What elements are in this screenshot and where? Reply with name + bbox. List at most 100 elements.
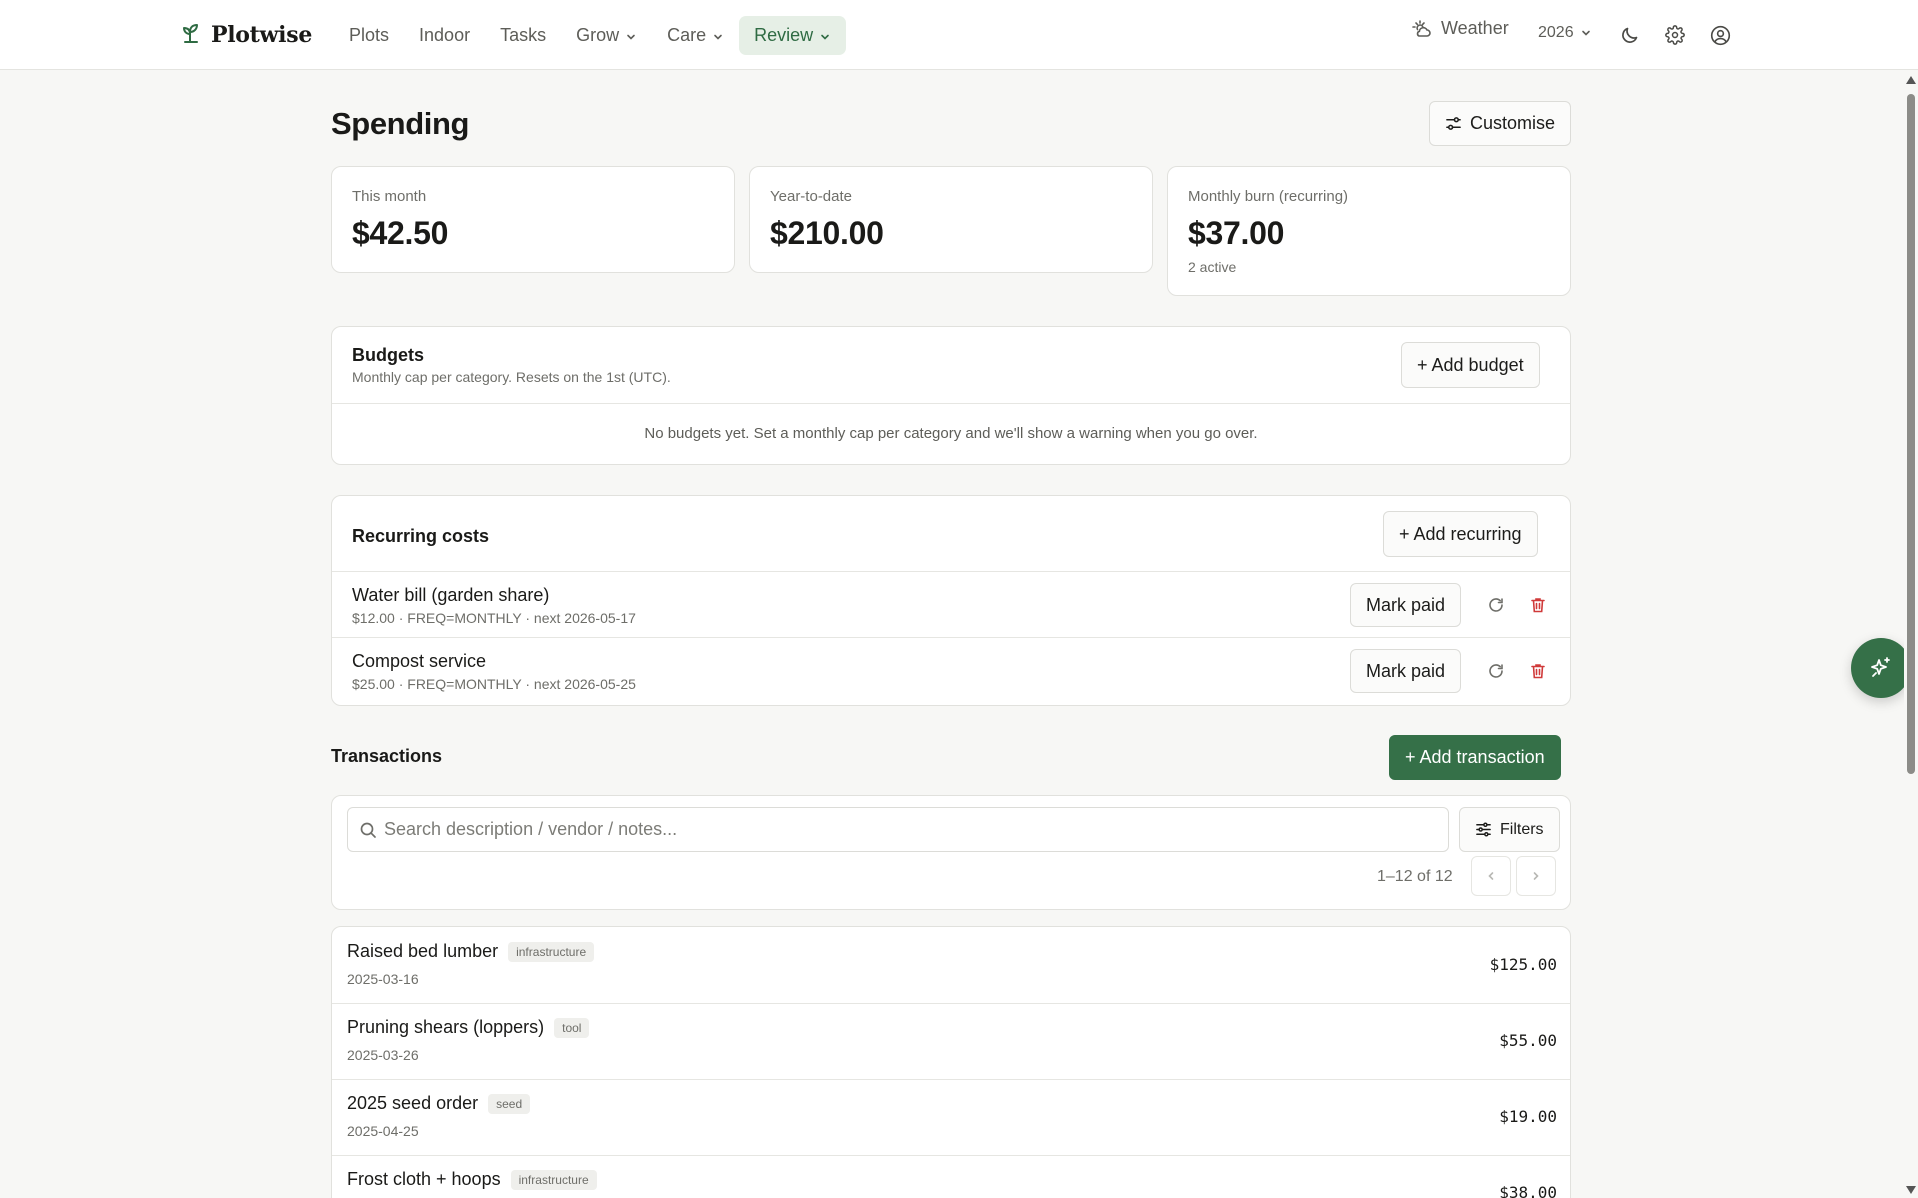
transaction-row[interactable]: Frost cloth + hoops infrastructure $38.0… xyxy=(332,1155,1570,1198)
stat-label: This month xyxy=(352,188,427,205)
assistant-fab-button[interactable] xyxy=(1851,638,1911,698)
nav-item-plots[interactable]: Plots xyxy=(334,16,404,55)
mark-paid-button[interactable]: Mark paid xyxy=(1350,583,1462,627)
transaction-name: 2025 seed order seed xyxy=(347,1093,531,1114)
transaction-description: Frost cloth + hoops xyxy=(347,1169,501,1189)
nav-item-label: Plots xyxy=(349,25,390,45)
app-logo[interactable]: Plotwise xyxy=(181,20,312,49)
trash-icon[interactable] xyxy=(1527,594,1549,616)
nav-item-review[interactable]: Review xyxy=(739,16,847,55)
add-budget-button[interactable]: + Add budget xyxy=(1401,342,1540,388)
year-selector[interactable]: 2026 xyxy=(1538,24,1592,42)
trash-icon[interactable] xyxy=(1527,660,1549,682)
chevron-down-icon xyxy=(714,34,722,40)
stat-value: $210.00 xyxy=(770,215,884,251)
transactions-title: Transactions xyxy=(331,746,443,766)
recurring-item-meta: $25.00 · FREQ=MONTHLY · next 2026-05-25 xyxy=(352,676,636,692)
scroll-up-arrow[interactable] xyxy=(1906,76,1916,84)
category-tag: tool xyxy=(554,1017,590,1038)
transactions-list: Raised bed lumber infrastructure 2025-03… xyxy=(331,926,1571,1198)
main-nav: Plots Indoor Tasks Grow Care Review xyxy=(334,16,847,55)
transaction-description: Raised bed lumber xyxy=(347,941,499,961)
app-name: Plotwise xyxy=(211,21,313,48)
stat-subtext: 2 active xyxy=(1188,259,1237,275)
recurring-costs-card: Recurring costs + Add recurring Water bi… xyxy=(331,495,1571,706)
transaction-row[interactable]: Pruning shears (loppers) tool 2025-03-26… xyxy=(332,1003,1570,1079)
page-scrollbar[interactable] xyxy=(1904,70,1918,1198)
sliders-icon xyxy=(1446,117,1461,130)
transaction-row[interactable]: 2025 seed order seed 2025-04-25 $19.00 xyxy=(332,1079,1570,1155)
budgets-empty-text: No budgets yet. Set a monthly cap per ca… xyxy=(644,425,1258,442)
customise-button[interactable]: Customise xyxy=(1428,101,1571,146)
transaction-name: Frost cloth + hoops infrastructure xyxy=(347,1169,597,1190)
customise-label: Customise xyxy=(1469,113,1555,133)
nav-item-label: Review xyxy=(754,25,814,45)
chevron-right-icon xyxy=(1533,872,1539,880)
refresh-icon[interactable] xyxy=(1485,594,1507,616)
transaction-date: 2025-04-25 xyxy=(347,1123,419,1139)
chevron-down-icon xyxy=(627,34,635,40)
year-value: 2026 xyxy=(1538,24,1574,41)
nav-item-label: Grow xyxy=(576,25,620,45)
transaction-date: 2025-03-26 xyxy=(347,1047,419,1063)
filter-sliders-icon xyxy=(1476,822,1491,837)
pagination-text: 1–12 of 12 xyxy=(1377,868,1453,885)
divider xyxy=(332,637,1570,638)
top-navigation-bar: Plotwise Plots Indoor Tasks Grow Care Re… xyxy=(0,0,1918,70)
nav-item-label: Care xyxy=(667,25,707,45)
sprout-icon xyxy=(181,20,201,49)
stat-card-monthly-burn: Monthly burn (recurring) $37.00 2 active xyxy=(1167,166,1571,296)
transaction-search-card: Filters 1–12 of 12 xyxy=(331,795,1571,910)
add-transaction-button[interactable]: + Add transaction xyxy=(1389,735,1561,780)
add-recurring-button[interactable]: + Add recurring xyxy=(1383,511,1538,557)
nav-item-grow[interactable]: Grow xyxy=(561,16,652,55)
weather-label: Weather xyxy=(1441,18,1509,38)
category-tag: seed xyxy=(488,1093,531,1114)
nav-item-tasks[interactable]: Tasks xyxy=(485,16,561,55)
recurring-item-meta: $12.00 · FREQ=MONTHLY · next 2026-05-17 xyxy=(352,610,636,626)
nav-item-care[interactable]: Care xyxy=(652,16,739,55)
search-field xyxy=(347,807,1449,852)
next-page-button[interactable] xyxy=(1516,856,1556,896)
recurring-item-name: Water bill (garden share) xyxy=(352,585,550,605)
stat-label: Monthly burn (recurring) xyxy=(1188,188,1349,205)
transaction-description: Pruning shears (loppers) xyxy=(347,1017,545,1037)
weather-icon xyxy=(1412,19,1431,37)
nav-item-label: Indoor xyxy=(419,25,471,45)
filters-button[interactable]: Filters xyxy=(1459,807,1560,852)
transaction-amount: $19.00 xyxy=(1499,1107,1557,1126)
transaction-row[interactable]: Raised bed lumber infrastructure 2025-03… xyxy=(332,927,1570,1003)
filters-label: Filters xyxy=(1500,820,1544,838)
budgets-subtitle: Monthly cap per category. Resets on the … xyxy=(352,369,671,385)
transaction-name: Pruning shears (loppers) tool xyxy=(347,1017,590,1038)
transaction-description: 2025 seed order xyxy=(347,1093,479,1113)
stat-value: $37.00 xyxy=(1188,215,1285,251)
nav-item-indoor[interactable]: Indoor xyxy=(404,16,485,55)
category-tag: infrastructure xyxy=(508,941,595,962)
weather-button[interactable]: Weather xyxy=(1412,18,1509,39)
search-input[interactable] xyxy=(348,808,1448,851)
transaction-amount: $55.00 xyxy=(1499,1031,1557,1050)
scroll-down-arrow[interactable] xyxy=(1906,1186,1916,1194)
budgets-title: Budgets xyxy=(352,345,424,365)
scrollbar-thumb[interactable] xyxy=(1907,94,1915,774)
stat-label: Year-to-date xyxy=(770,188,853,205)
divider xyxy=(332,403,1570,404)
mark-paid-button[interactable]: Mark paid xyxy=(1350,649,1462,693)
category-tag: infrastructure xyxy=(510,1169,597,1190)
refresh-icon[interactable] xyxy=(1485,660,1507,682)
transaction-date: 2025-03-16 xyxy=(347,971,419,987)
transaction-name: Raised bed lumber infrastructure xyxy=(347,941,595,962)
moon-icon[interactable] xyxy=(1619,24,1641,46)
user-icon[interactable] xyxy=(1709,24,1731,46)
prev-page-button[interactable] xyxy=(1471,856,1511,896)
nav-item-label: Tasks xyxy=(500,25,547,45)
recurring-item-name: Compost service xyxy=(352,651,487,671)
gear-icon[interactable] xyxy=(1664,24,1686,46)
stat-card-year-to-date: Year-to-date $210.00 xyxy=(749,166,1153,273)
page-title: Spending xyxy=(331,106,470,141)
transaction-amount: $38.00 xyxy=(1499,1183,1557,1198)
chevron-left-icon xyxy=(1488,872,1494,880)
chevron-down-icon xyxy=(821,34,829,40)
transaction-amount: $125.00 xyxy=(1489,955,1557,974)
